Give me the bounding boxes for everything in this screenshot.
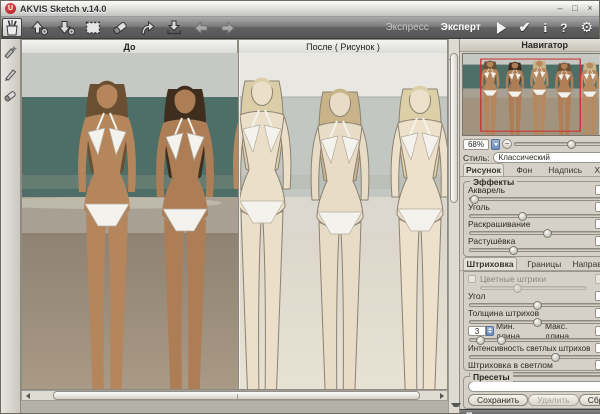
- delete-preset-button[interactable]: Удалить: [528, 394, 578, 406]
- print-frame-icon[interactable]: [83, 18, 103, 37]
- colored-strokes-label: Цветные штрихи: [480, 274, 595, 284]
- min-length-value[interactable]: 3: [468, 326, 494, 336]
- zoom-out-button[interactable]: −: [502, 139, 512, 149]
- zoom-slider[interactable]: [514, 142, 600, 146]
- smudging-slider[interactable]: [469, 248, 600, 252]
- import-icon[interactable]: [164, 18, 184, 37]
- after-panel-label[interactable]: После ( Рисунок ): [238, 39, 448, 53]
- apply-check-icon[interactable]: ✔: [519, 19, 531, 36]
- tab-drawing[interactable]: Рисунок: [463, 163, 504, 176]
- stroke-thickness-slider[interactable]: [469, 320, 600, 324]
- scroll-right-icon[interactable]: [436, 391, 447, 400]
- minimize-button[interactable]: –: [555, 4, 565, 13]
- presets-legend: Пресеты: [470, 372, 513, 382]
- coloration-slider[interactable]: [469, 231, 600, 235]
- length-range-slider[interactable]: [469, 338, 600, 342]
- stroke-direction-pencil-icon[interactable]: [3, 65, 19, 81]
- left-tool-strip: [1, 39, 21, 413]
- stroke-thickness-label: Толщина штрихов: [468, 308, 595, 318]
- mode-expert[interactable]: Эксперт: [441, 22, 481, 33]
- info-icon[interactable]: i: [543, 20, 547, 36]
- light-strokes-intensity-slider[interactable]: [469, 355, 600, 359]
- smudging-label: Растушёвка: [468, 236, 595, 246]
- navigator-title: Навигатор: [460, 39, 600, 52]
- hatching-in-light-label: Штриховка в светлом: [468, 360, 595, 370]
- scroll-down-icon[interactable]: [451, 403, 461, 407]
- watercolor-slider[interactable]: [469, 197, 600, 201]
- mode-express[interactable]: Экспресс: [385, 22, 428, 33]
- run-icon[interactable]: [497, 22, 506, 34]
- tab-background[interactable]: Фон: [504, 163, 545, 176]
- preview-brush-tool-icon[interactable]: [3, 43, 19, 59]
- hscroll-thumb[interactable]: [53, 391, 420, 400]
- akvis-logo-icon: U: [5, 3, 16, 14]
- presets-group: Пресеты Сохранить Удалить Сброс: [463, 376, 600, 409]
- hatching-in-light-value[interactable]: 95: [595, 360, 600, 370]
- effects-group: Эффекты Акварель 0 Уголь 3 Раскрашивание…: [463, 181, 600, 257]
- tab-direction[interactable]: Направление: [571, 257, 600, 270]
- redo-icon[interactable]: [218, 18, 238, 37]
- vertical-scrollbar[interactable]: [448, 39, 459, 413]
- effects-legend: Эффекты: [470, 177, 517, 187]
- charcoal-slider[interactable]: [469, 214, 600, 218]
- navigator-preview-image: [463, 54, 599, 135]
- preset-select[interactable]: [468, 381, 600, 392]
- eraser-pencil-icon[interactable]: [110, 18, 130, 37]
- close-button[interactable]: ×: [585, 4, 595, 13]
- scroll-left-icon[interactable]: [22, 391, 33, 400]
- colored-strokes-slider: [480, 286, 587, 290]
- style-select[interactable]: Классический: [493, 152, 600, 163]
- charcoal-value[interactable]: 3: [595, 202, 600, 212]
- light-strokes-intensity-value[interactable]: 5: [595, 343, 600, 353]
- light-strokes-intensity-label: Интенсивность светлых штрихов: [468, 344, 595, 353]
- maximize-button[interactable]: □: [570, 4, 580, 13]
- tab-canvas[interactable]: Холст: [586, 163, 600, 176]
- charcoal-label: Уголь: [468, 202, 595, 212]
- eraser-tool-icon[interactable]: [3, 87, 19, 103]
- main-toolbar: Экспресс Эксперт ✔ i ? ⚙: [1, 17, 599, 39]
- zoom-input[interactable]: 68%: [463, 139, 489, 150]
- save-preset-button[interactable]: Сохранить: [468, 394, 528, 406]
- before-panel-label[interactable]: До: [21, 39, 238, 53]
- tab-hatching[interactable]: Штриховка: [463, 257, 517, 270]
- colored-strokes-checkbox[interactable]: [468, 275, 476, 283]
- angle-value[interactable]: 45: [595, 291, 600, 301]
- settings-gear-icon[interactable]: ⚙: [580, 19, 593, 36]
- window-title: AKVIS Sketch v.14.0: [20, 4, 555, 14]
- smudging-value[interactable]: 6: [595, 236, 600, 246]
- angle-slider[interactable]: [469, 303, 600, 307]
- coloration-value[interactable]: 47: [595, 219, 600, 229]
- pencil-cup-icon[interactable]: [2, 18, 22, 37]
- watercolor-value[interactable]: 0: [595, 185, 600, 195]
- colored-strokes-value: 13: [595, 274, 600, 284]
- stroke-thickness-value[interactable]: 3: [595, 308, 600, 318]
- hatching-group: Цветные штрихи 13 Угол 45 Толщина штрихо…: [463, 271, 600, 371]
- reset-button[interactable]: Сброс: [579, 394, 600, 406]
- save-image-icon[interactable]: [56, 18, 76, 37]
- share-icon[interactable]: [137, 18, 157, 37]
- title-bar: U AKVIS Sketch v.14.0 – □ ×: [1, 1, 599, 17]
- max-length-value[interactable]: 10: [595, 326, 600, 336]
- settings-sidebar: Навигатор: [459, 39, 600, 413]
- repeat-bar[interactable]: Повторить: [460, 409, 600, 414]
- angle-label: Угол: [468, 291, 595, 301]
- style-label: Стиль:: [463, 153, 490, 163]
- app-window: U AKVIS Sketch v.14.0 – □ ×: [0, 0, 600, 414]
- preview-canvas[interactable]: [21, 53, 448, 390]
- open-image-icon[interactable]: [29, 18, 49, 37]
- vscroll-thumb[interactable]: [450, 53, 458, 203]
- zoom-dropdown-icon[interactable]: [491, 139, 500, 150]
- horizontal-scrollbar[interactable]: [21, 390, 448, 401]
- image-area: До После ( Рисунок ): [21, 39, 448, 413]
- beach-photo-sketch-preview: [22, 53, 448, 390]
- undo-icon[interactable]: [191, 18, 211, 37]
- tab-caption[interactable]: Надпись: [545, 163, 586, 176]
- coloration-label: Раскрашивание: [468, 219, 595, 229]
- tab-edges[interactable]: Границы: [517, 257, 571, 270]
- navigator-thumbnail[interactable]: [462, 53, 600, 136]
- help-icon[interactable]: ?: [560, 21, 567, 35]
